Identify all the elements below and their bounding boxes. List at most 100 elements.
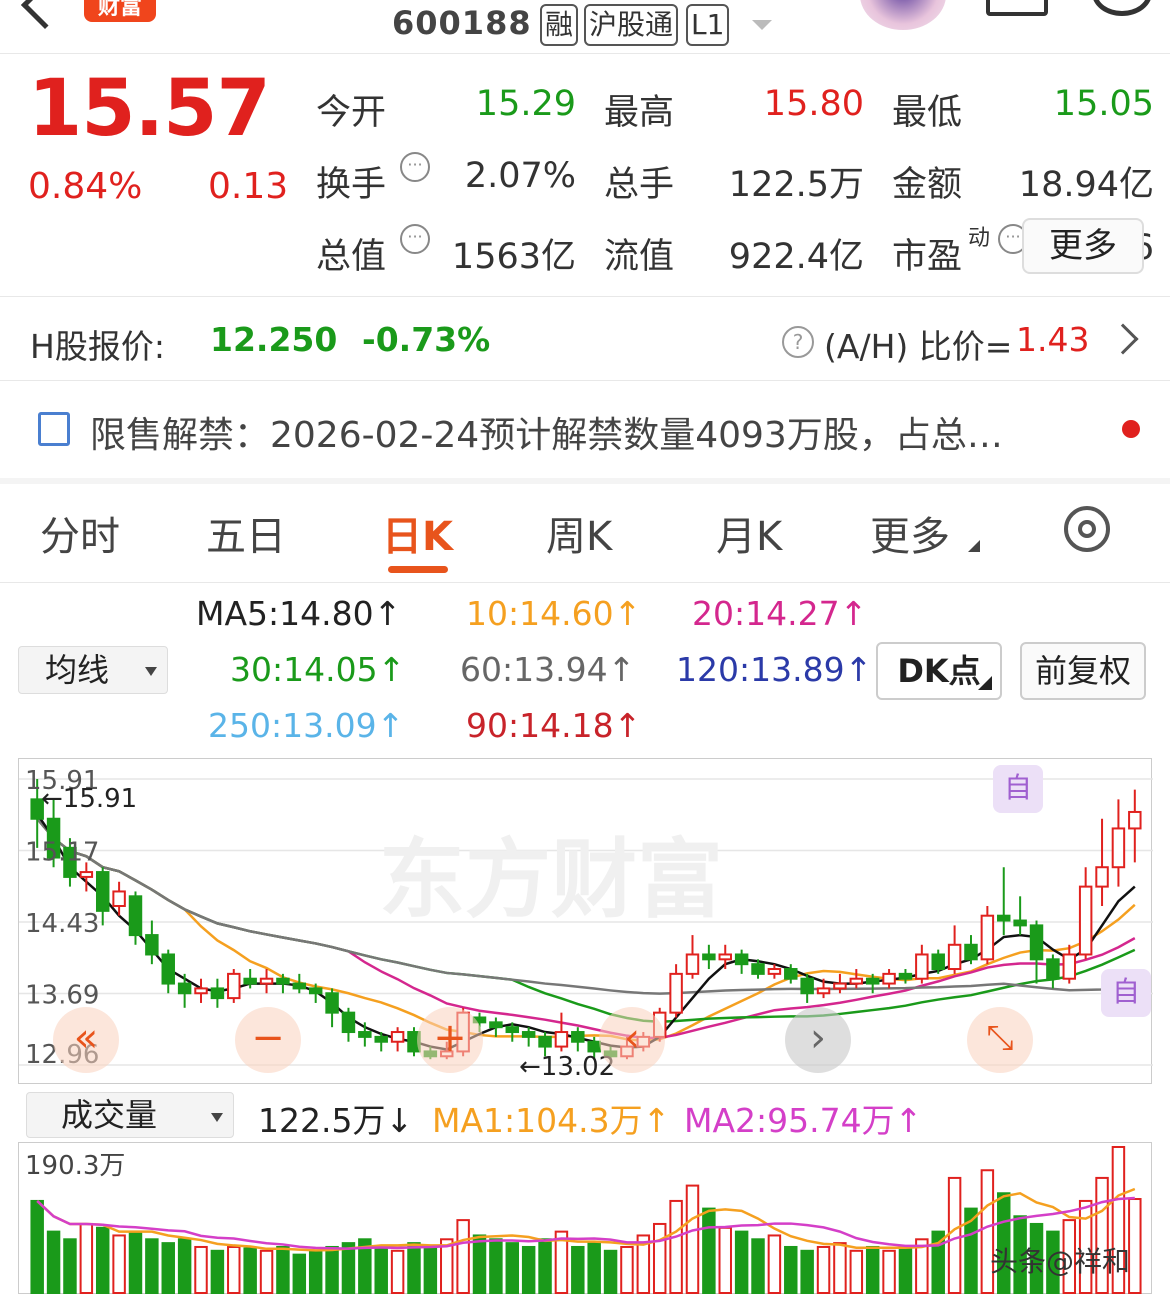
volume-ma1: MA1:104.3万↑ (432, 1101, 671, 1140)
candle (1046, 954, 1060, 989)
document-icon (38, 412, 70, 446)
tab-monthly-k[interactable]: 月K (716, 504, 782, 562)
candle (1128, 789, 1142, 863)
info-icon[interactable]: ··· (400, 224, 430, 254)
dk-point-button[interactable]: DK点 (876, 642, 1002, 700)
candle (325, 988, 339, 1028)
candle (702, 944, 716, 970)
volume-bar (374, 1245, 388, 1295)
candle (177, 973, 192, 1008)
ma10-legend: 10:14.60↑ (466, 594, 642, 633)
tab-intraday[interactable]: 分时 (40, 504, 120, 562)
volume-bar (79, 1222, 94, 1294)
volume-chart[interactable]: 190.3万 (18, 1142, 1152, 1295)
volume-bar (489, 1238, 503, 1295)
tag-margin[interactable]: 融 (540, 4, 579, 46)
chart-watermark: 东方财富 (379, 829, 723, 930)
volume-bar (669, 1199, 683, 1295)
tag-connect[interactable]: 沪股通 (584, 4, 679, 46)
tab-more[interactable]: 更多 (870, 504, 950, 562)
volume-bar (292, 1253, 307, 1295)
ma60-legend: 60:13.94↑ (460, 650, 636, 689)
volume-bar (194, 1245, 208, 1295)
tab-daily-k[interactable]: 日K (382, 504, 453, 562)
candle-body (1062, 953, 1077, 980)
scroll-left-button[interactable]: « (53, 1007, 119, 1073)
caret-down-icon[interactable] (752, 20, 772, 30)
candle-body (898, 972, 913, 980)
ma120-legend: 120:13.89↑ (676, 650, 873, 689)
notice-banner[interactable]: 限售解禁：2026-02-24预计解禁数量4093万股，占总… (90, 406, 1090, 458)
candle (292, 973, 307, 994)
candle-body (259, 977, 274, 985)
candle (947, 925, 962, 974)
volume-select-label: 成交量 (61, 1096, 158, 1134)
volume-bar (833, 1242, 847, 1294)
tab-more-caret-icon (968, 540, 980, 552)
volume-bar (784, 1245, 798, 1295)
candle-body (177, 982, 192, 995)
candle (1029, 920, 1044, 984)
chevron-right-icon[interactable] (1107, 323, 1139, 355)
tab-weekly-k[interactable]: 周K (546, 504, 612, 562)
tag-level[interactable]: L1 (686, 4, 730, 46)
scroll-forward-button[interactable]: › (785, 1007, 851, 1073)
divider (0, 582, 1170, 583)
help-icon[interactable]: ? (782, 326, 814, 358)
volume-bar (849, 1249, 864, 1294)
quote-label: 市盈 (892, 237, 963, 277)
candle-body (702, 953, 716, 961)
ah-ratio-label[interactable]: (A/H) 比价= (824, 320, 1012, 368)
candle-body (95, 871, 110, 912)
info-icon[interactable]: ··· (400, 152, 430, 182)
candle (1078, 867, 1093, 960)
signal-marker-top[interactable]: 自 (993, 765, 1043, 813)
quote-label: 最高 (604, 93, 675, 133)
back-icon[interactable] (20, 0, 70, 30)
volume-select[interactable]: 成交量 (26, 1092, 234, 1138)
dk-corner-icon (978, 676, 992, 690)
candle (161, 949, 175, 994)
candle (849, 969, 864, 989)
message-icon[interactable] (986, 0, 1048, 16)
quote-value: 122.5万 (728, 165, 864, 205)
scroll-back-button[interactable]: ‹ (599, 1007, 665, 1073)
price-adjust-button[interactable]: 前复权 (1020, 642, 1146, 700)
volume-bar (161, 1242, 175, 1294)
candle-body (325, 992, 339, 1014)
quote-label: 总值 (316, 237, 387, 277)
candle-body (1095, 866, 1109, 888)
volume-bar (456, 1219, 470, 1294)
zoom-in-button[interactable]: + (417, 1007, 483, 1073)
volume-bar (30, 1199, 44, 1295)
price-axis-label: 14.43 (25, 909, 99, 939)
fullscreen-button[interactable]: ⤡ (967, 1007, 1033, 1073)
kline-chart[interactable]: 东方财富 15.9115.1714.4313.6912.96←15.91←13.… (18, 758, 1153, 1084)
candle-body (227, 972, 241, 1000)
candle-body (669, 972, 683, 1014)
volume-bar (898, 1245, 913, 1295)
candle (882, 969, 896, 989)
candle (390, 1027, 405, 1052)
quote-label: 今开 (316, 93, 387, 133)
quote-label: 最低 (892, 93, 963, 133)
candle (1062, 944, 1077, 984)
candle (800, 973, 814, 1003)
hshare-label: H股报价: (30, 327, 165, 366)
brand-badge: 财富 (84, 0, 156, 22)
search-icon[interactable] (1092, 0, 1152, 16)
ah-ratio-value[interactable]: 1.43 (1016, 320, 1089, 359)
avatar[interactable] (860, 0, 946, 30)
more-button[interactable]: 更多 (1022, 218, 1144, 274)
change-amount: 0.13 (208, 166, 289, 207)
indicator-select[interactable]: 均线 (18, 646, 168, 694)
quote-label: 总手 (604, 165, 675, 205)
candle-body (374, 1035, 388, 1043)
candle-body (276, 977, 290, 985)
tab-five-day[interactable]: 五日 (206, 504, 286, 562)
candle-body (1078, 885, 1093, 956)
zoom-out-button[interactable]: − (235, 1007, 301, 1073)
candle-body (1046, 958, 1060, 980)
gear-icon[interactable] (1064, 506, 1110, 552)
signal-marker-bottom[interactable]: 自 (1101, 969, 1151, 1017)
